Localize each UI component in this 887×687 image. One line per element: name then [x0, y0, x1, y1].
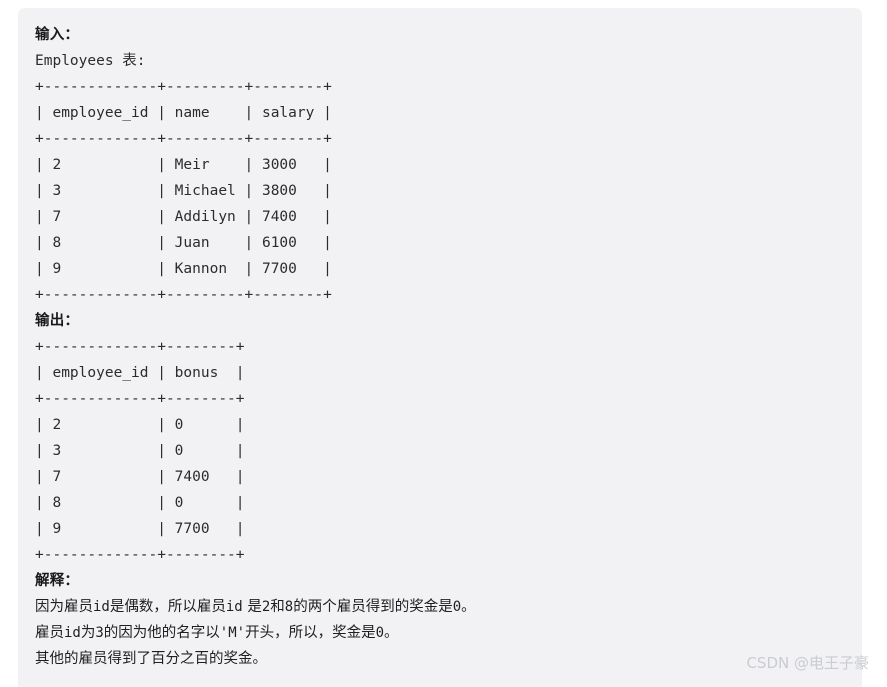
- csdn-watermark: CSDN @电王子豪: [746, 654, 869, 672]
- output-table-header-row: | employee_id | bonus |: [35, 365, 245, 381]
- output-table-top-rule: +-------------+--------+: [35, 339, 245, 355]
- explanation-code: 2: [261, 599, 271, 615]
- explanation-text: 的两个雇员得到的奖金是: [293, 599, 453, 615]
- example-content-panel: 输入： Employees 表: +-------------+--------…: [18, 8, 862, 687]
- explanation-text: 。: [384, 625, 399, 641]
- table-row: | 2 | Meir | 3000 |: [35, 157, 332, 173]
- table-row: | 2 | 0 |: [35, 417, 245, 433]
- explanation-text: 因为雇员: [35, 599, 93, 615]
- table-row: | 9 | Kannon | 7700 |: [35, 261, 332, 277]
- output-table-bottom-rule: +-------------+--------+: [35, 547, 245, 563]
- explanation-code: 0: [452, 599, 462, 615]
- input-section: 输入： Employees 表: +-------------+--------…: [35, 22, 862, 308]
- page-root: { "panel": { "background_color": "#f2f2f…: [0, 0, 887, 687]
- explanation-code: 8: [284, 599, 294, 615]
- explanation-text: 和: [270, 599, 285, 615]
- input-table-top-rule: +-------------+---------+--------+: [35, 79, 332, 95]
- input-table-caption: Employees 表:: [35, 53, 146, 69]
- output-table-header-rule: +-------------+--------+: [35, 391, 245, 407]
- explanation-code: id: [225, 599, 243, 615]
- explanation-text: 。: [461, 599, 476, 615]
- output-section: 输出： +-------------+--------+ | employee_…: [35, 308, 862, 568]
- explanation-code: id: [64, 625, 81, 641]
- explanation-line: 雇员id为3的因为他的名字以'M'开头，所以，奖金是0。: [35, 620, 862, 646]
- table-row: | 7 | 7400 |: [35, 469, 245, 485]
- explanation-text: 的因为他的名字以: [103, 625, 220, 641]
- explanation-text: 雇员: [35, 625, 64, 641]
- input-table-header-rule: +-------------+---------+--------+: [35, 131, 332, 147]
- explanation-code: 3: [95, 625, 104, 641]
- explanation-section: 解释： 因为雇员id是偶数，所以雇员id 是2和8的两个雇员得到的奖金是0。 雇…: [35, 568, 862, 672]
- table-row: | 8 | 0 |: [35, 495, 245, 511]
- explanation-text: 是偶数，所以雇员: [109, 599, 226, 615]
- explanation-line: 其他的雇员得到了百分之百的奖金。: [35, 651, 267, 667]
- explanation-code: 0: [375, 625, 385, 641]
- explanation-heading: 解释：: [35, 573, 80, 589]
- explanation-code: id: [93, 599, 110, 615]
- explanation-text: 开头，所以，奖金是: [245, 625, 376, 641]
- input-table-header-row: | employee_id | name | salary |: [35, 105, 332, 121]
- table-row: | 3 | Michael | 3800 |: [35, 183, 332, 199]
- table-row: | 8 | Juan | 6100 |: [35, 235, 332, 251]
- table-row: | 3 | 0 |: [35, 443, 245, 459]
- explanation-line: 因为雇员id是偶数，所以雇员id 是2和8的两个雇员得到的奖金是0。: [35, 594, 862, 620]
- explanation-text: 是: [242, 599, 262, 615]
- input-heading: 输入：: [35, 27, 80, 43]
- output-heading: 输出：: [35, 313, 80, 329]
- explanation-text: 为: [80, 625, 96, 641]
- table-row: | 7 | Addilyn | 7400 |: [35, 209, 332, 225]
- input-table-bottom-rule: +-------------+---------+--------+: [35, 287, 332, 303]
- table-row: | 9 | 7700 |: [35, 521, 245, 537]
- explanation-code: 'M': [219, 625, 246, 641]
